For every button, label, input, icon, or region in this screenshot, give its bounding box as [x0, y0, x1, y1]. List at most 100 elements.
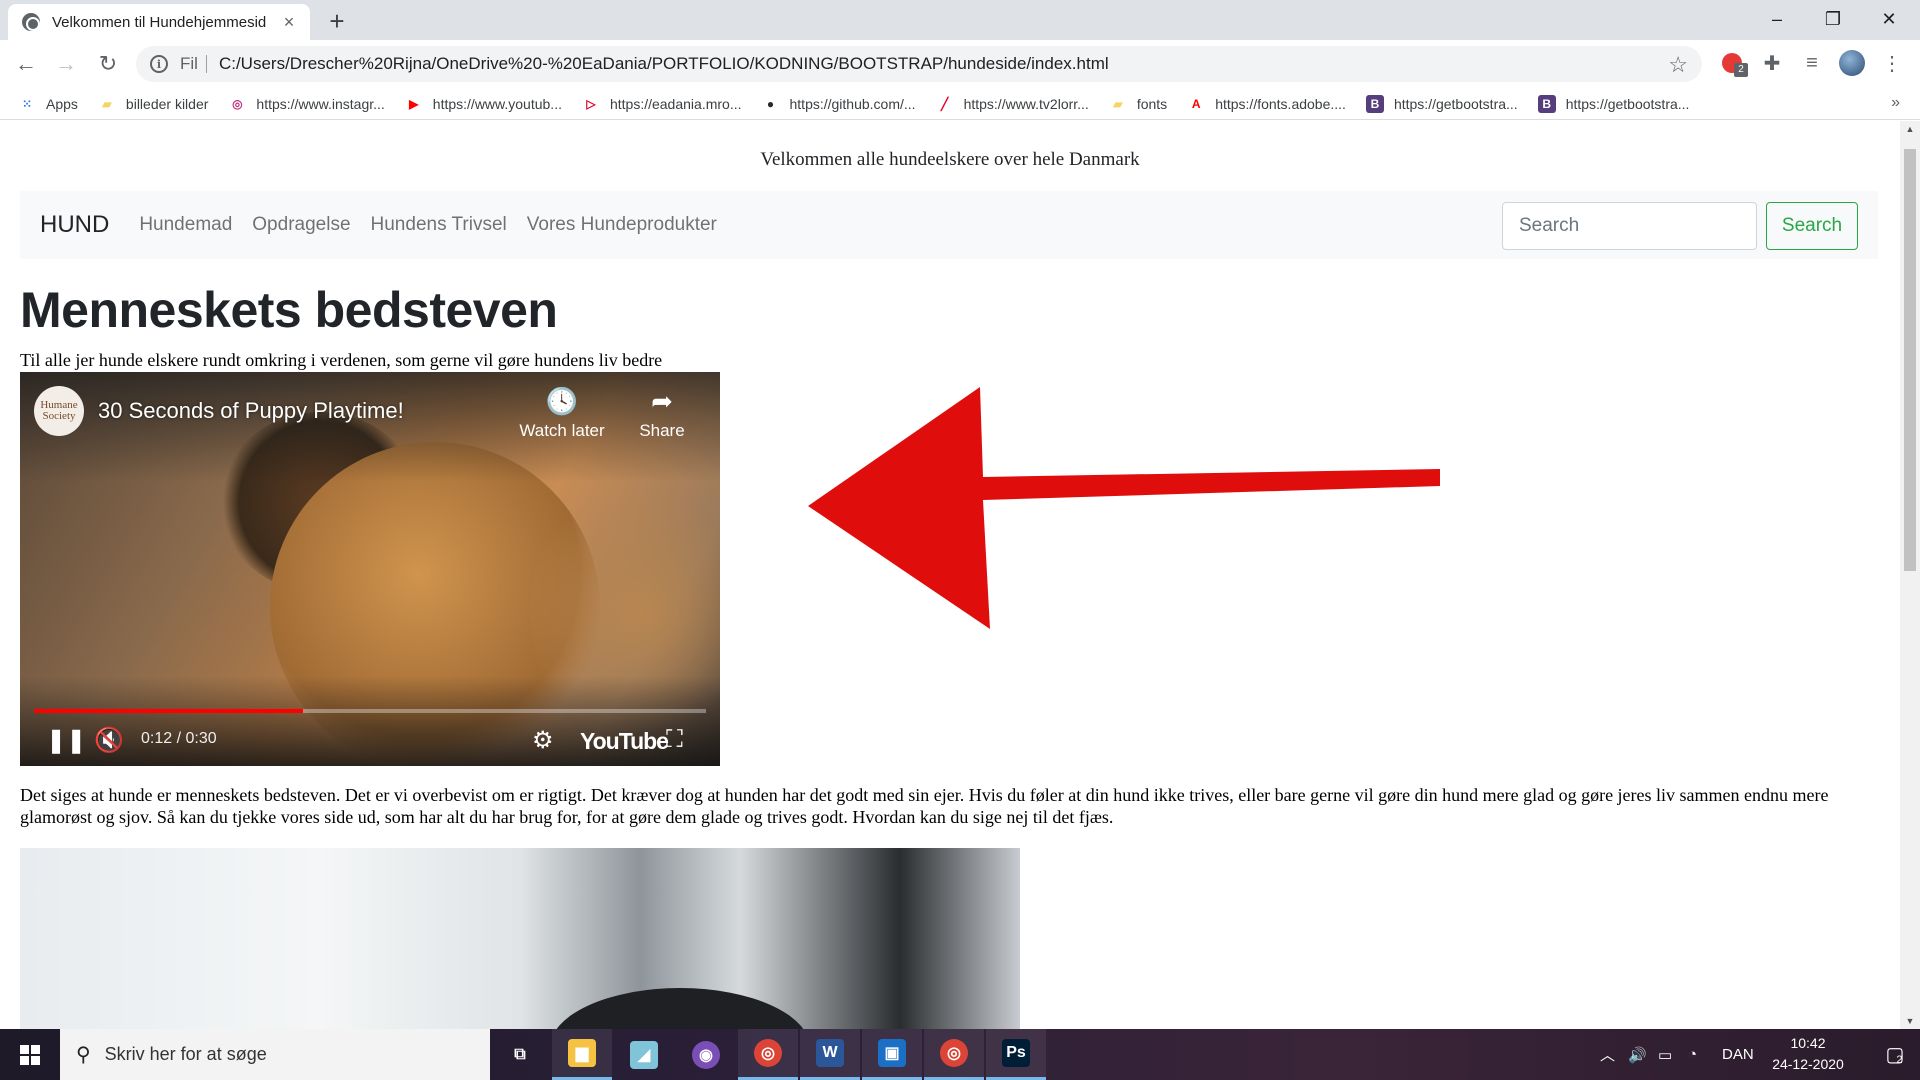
- bookmark-label: https://fonts.adobe....: [1215, 95, 1346, 112]
- scroll-up-icon[interactable]: ▲: [1900, 121, 1920, 137]
- taskbar-app-word[interactable]: W: [800, 1029, 860, 1080]
- fullscreen-icon[interactable]: ⛶: [666, 724, 683, 756]
- eadania-icon: ▷: [586, 96, 596, 111]
- bookmark-label: https://www.tv2lorr...: [963, 95, 1089, 112]
- search-icon: ⚲: [76, 1044, 91, 1066]
- taskbar-app-task-view[interactable]: ⧉: [490, 1029, 550, 1080]
- taskbar-search-placeholder: Skriv her for at søge: [104, 1044, 267, 1064]
- bookmarks-bar: ⁙ Apps ▰ billeder kilder ◎ https://www.instag…: [0, 88, 1920, 120]
- browser-toolbar: ← → ↻ i Fil C:/Users/Drescher%20Rijna/On…: [0, 40, 1920, 88]
- start-button[interactable]: [0, 1029, 60, 1080]
- watch-later-button[interactable]: 🕓 Watch later: [512, 386, 612, 441]
- puzzle-icon[interactable]: ✚: [1758, 49, 1786, 77]
- clock-icon: 🕓: [545, 386, 579, 416]
- page-scrollbar[interactable]: ▲ ▼: [1900, 121, 1920, 1029]
- taskbar-app-github-desktop[interactable]: ◉: [676, 1029, 736, 1080]
- taskbar-app-notes-app[interactable]: ◢: [614, 1029, 674, 1080]
- bookmark-item[interactable]: ▶ https://www.youtub...: [405, 95, 562, 113]
- bookmark-label: https://www.youtub...: [432, 95, 562, 112]
- welcome-text: Velkommen alle hundeelskere over hele Da…: [760, 149, 1140, 170]
- nav-link-hundemad[interactable]: Hundemad: [139, 214, 232, 236]
- bookmark-item[interactable]: ╱ https://www.tv2lorr...: [936, 95, 1089, 113]
- chrome-icon: ◎: [754, 1039, 782, 1067]
- nav-link-hundens-trivsel[interactable]: Hundens Trivsel: [371, 214, 507, 236]
- volume-icon[interactable]: 🔊: [1628, 1029, 1647, 1080]
- bookmark-label: billeder kilder: [125, 95, 209, 112]
- youtube-logo[interactable]: YouTube: [580, 728, 669, 755]
- show-hidden-icons[interactable]: ︿: [1600, 1029, 1615, 1080]
- red-arrow-annotation: [808, 387, 1440, 629]
- active-tab[interactable]: Velkommen til Hundehjemmesid ×: [8, 4, 310, 40]
- taskbar-app-photoshop[interactable]: Ps: [986, 1029, 1046, 1080]
- bootstrap-icon: B: [1365, 94, 1384, 113]
- clock[interactable]: 10:42 24-12-2020: [1768, 1033, 1848, 1075]
- bookmark-item[interactable]: Bhttps://getbootstra...: [1537, 94, 1690, 113]
- taskbar-app-app-blue[interactable]: ▣: [862, 1029, 922, 1080]
- bookmark-item[interactable]: ● https://github.com/...: [762, 95, 916, 113]
- info-icon[interactable]: i: [150, 55, 168, 73]
- new-tab-button[interactable]: +: [322, 6, 352, 36]
- taskbar-app-file-explorer[interactable]: ▆: [552, 1029, 612, 1080]
- tv2-icon: ╱: [940, 96, 949, 111]
- share-button[interactable]: ➦ Share: [612, 386, 712, 441]
- taskbar-app-chrome-2[interactable]: ◎: [924, 1029, 984, 1080]
- address-bar[interactable]: i Fil C:/Users/Drescher%20Rijna/OneDrive…: [136, 46, 1702, 82]
- bookmark-item[interactable]: ▰ fonts: [1109, 95, 1167, 113]
- muted-volume-icon[interactable]: 🔇: [94, 724, 124, 756]
- nav-link-vores-hundeprodukter[interactable]: Vores Hundeprodukter: [527, 214, 717, 236]
- video-title[interactable]: 30 Seconds of Puppy Playtime!: [98, 398, 404, 424]
- language-indicator[interactable]: DAN: [1722, 1029, 1754, 1080]
- bookmark-label: https://eadania.mro...: [609, 95, 742, 112]
- watch-later-label: Watch later: [519, 421, 605, 440]
- youtube-video-player[interactable]: Humane Society 30 Seconds of Puppy Playt…: [20, 372, 720, 766]
- back-button[interactable]: ←: [10, 48, 42, 80]
- browser-menu-icon[interactable]: ⋮: [1878, 49, 1906, 77]
- bookmark-item[interactable]: Ahttps://fonts.adobe....: [1187, 95, 1346, 113]
- page-viewport: Velkommen alle hundeelskere over hele Da…: [0, 121, 1920, 1029]
- extension-icon[interactable]: 2: [1718, 49, 1748, 77]
- search-input[interactable]: [1502, 202, 1757, 250]
- bookmark-label: Apps: [46, 95, 78, 112]
- bookmark-item[interactable]: Bhttps://getbootstra...: [1365, 94, 1518, 113]
- minimize-button[interactable]: –: [1750, 0, 1804, 38]
- app-blue-icon: ▣: [878, 1039, 906, 1067]
- taskbar-search[interactable]: ⚲ Skriv her for at søge: [60, 1029, 490, 1080]
- tab-close-icon[interactable]: ×: [278, 11, 300, 33]
- bookmark-item[interactable]: ⁙ Apps: [18, 95, 78, 113]
- close-window-button[interactable]: ✕: [1862, 0, 1916, 38]
- scrollbar-thumb[interactable]: [1904, 149, 1916, 571]
- folder-icon: ▰: [102, 96, 112, 111]
- navbar-brand[interactable]: HUND: [40, 211, 109, 239]
- address-scheme: Fil: [180, 55, 207, 73]
- bookmark-item[interactable]: ◎ https://www.instagr...: [228, 95, 385, 113]
- wifi-icon[interactable]: ◔: [1688, 1029, 1697, 1080]
- maximize-button[interactable]: ❐: [1806, 0, 1860, 38]
- bookmark-label: https://www.instagr...: [256, 95, 385, 112]
- forward-button[interactable]: →: [50, 48, 82, 80]
- bookmark-star-icon[interactable]: ☆: [1668, 52, 1688, 78]
- bookmarks-more-icon[interactable]: »: [1891, 94, 1900, 112]
- search-button[interactable]: Search: [1766, 202, 1858, 250]
- pause-icon[interactable]: ❚❚: [46, 724, 86, 756]
- notification-center-icon[interactable]: ▢ 2: [1868, 1029, 1920, 1080]
- word-icon: W: [816, 1039, 844, 1067]
- address-url[interactable]: C:/Users/Drescher%20Rijna/OneDrive%20-%2…: [219, 54, 1109, 74]
- channel-logo[interactable]: Humane Society: [34, 386, 84, 436]
- bookmark-item[interactable]: ▰ billeder kilder: [98, 95, 208, 113]
- bookmark-item[interactable]: ▷ https://eadania.mro...: [582, 95, 742, 113]
- scroll-down-icon[interactable]: ▼: [1900, 1013, 1920, 1029]
- github-desktop-icon: ◉: [692, 1040, 720, 1069]
- video-progress-bar[interactable]: [34, 709, 706, 713]
- profile-avatar[interactable]: [1838, 49, 1866, 77]
- reload-button[interactable]: ↻: [92, 48, 124, 80]
- taskbar-app-chrome[interactable]: ◎: [738, 1029, 798, 1080]
- share-arrow-icon: ➦: [651, 386, 673, 416]
- photoshop-icon: Ps: [1002, 1039, 1030, 1067]
- battery-icon[interactable]: ▭: [1658, 1029, 1672, 1080]
- nav-link-opdragelse[interactable]: Opdragelse: [252, 214, 350, 236]
- extension-badge: 2: [1734, 63, 1748, 77]
- dog-photo: [20, 848, 1020, 1029]
- media-control-icon[interactable]: ≡: [1798, 49, 1826, 77]
- bookmark-label: https://getbootstra...: [1565, 95, 1690, 112]
- settings-gear-icon[interactable]: ⚙: [532, 724, 554, 756]
